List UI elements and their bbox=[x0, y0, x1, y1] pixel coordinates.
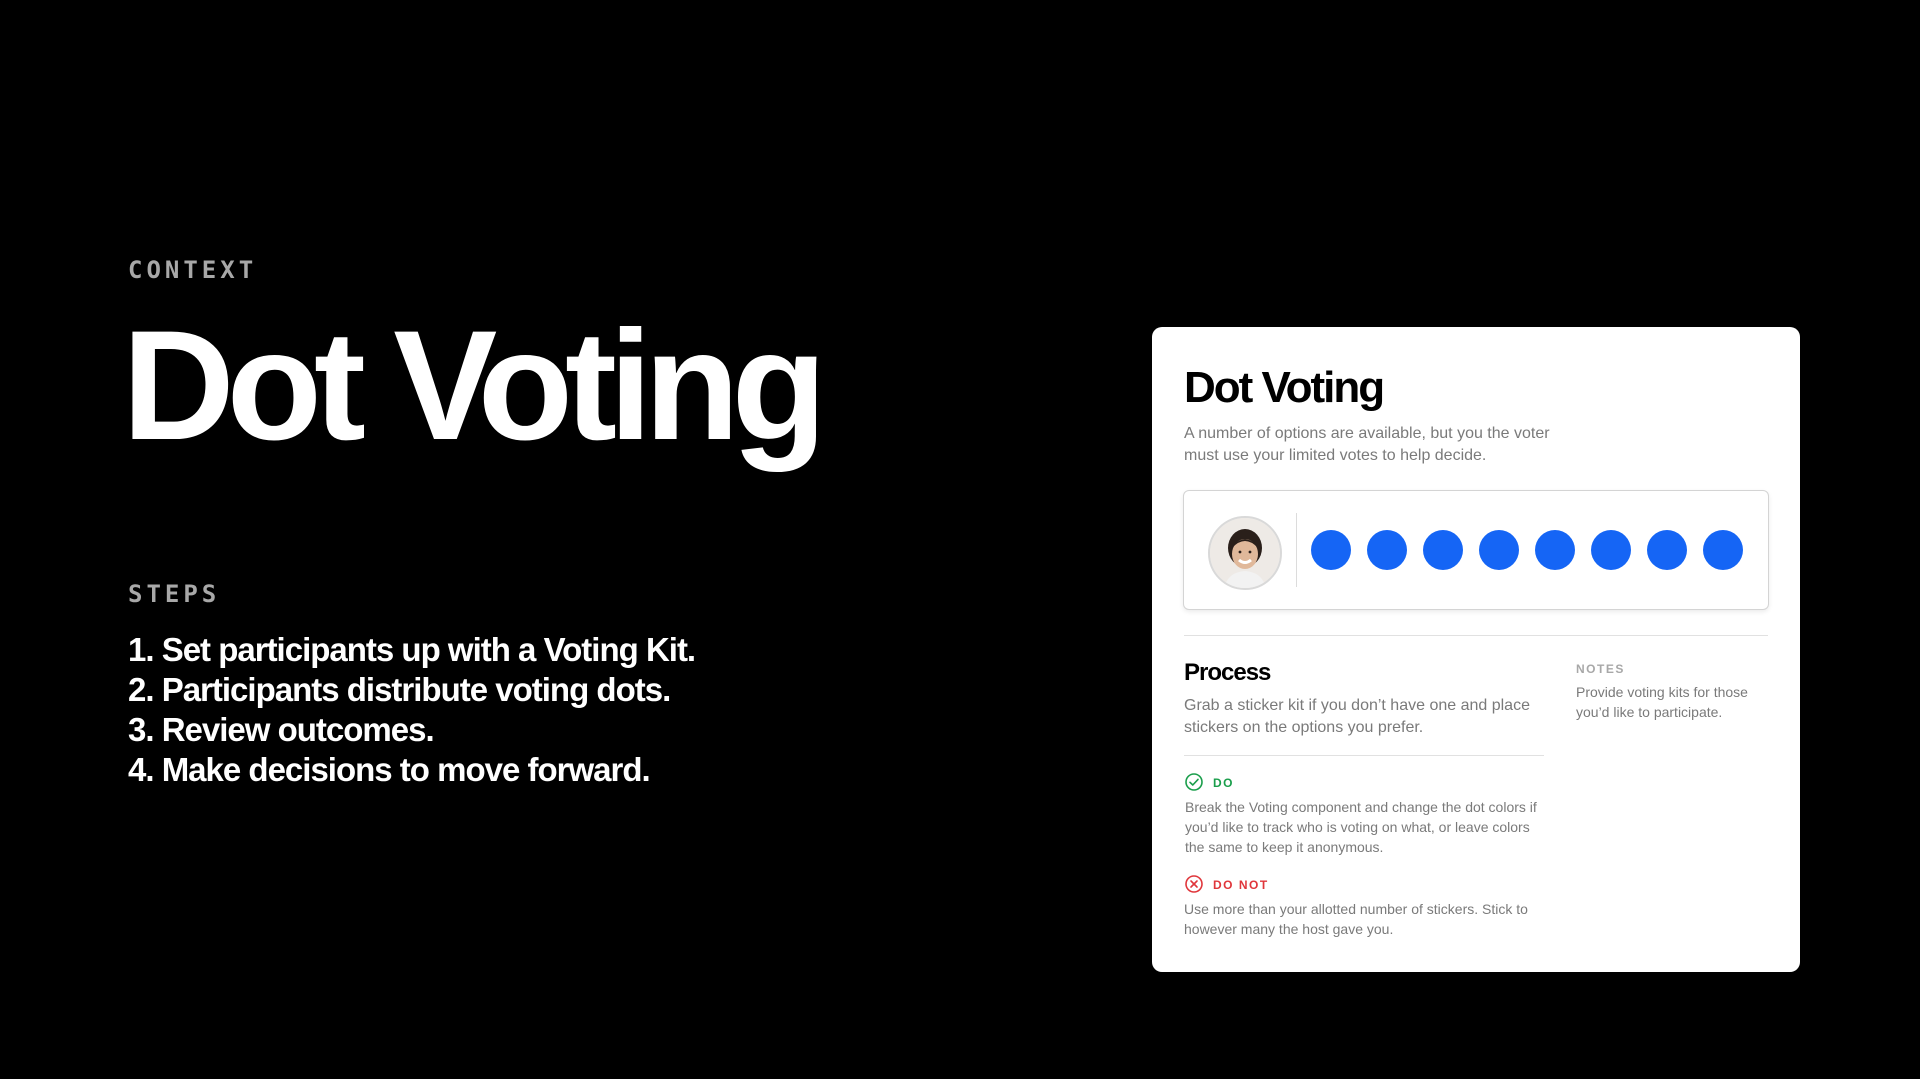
notes-label: NOTES bbox=[1576, 662, 1625, 676]
card-title: Dot Voting bbox=[1184, 363, 1385, 412]
step-item: 3. Review outcomes. bbox=[128, 711, 435, 748]
voting-component bbox=[1183, 490, 1769, 610]
page-title: Dot Voting bbox=[122, 299, 827, 473]
section-divider bbox=[1184, 635, 1768, 636]
vote-dot[interactable] bbox=[1311, 530, 1351, 570]
do-text: Break the Voting component and change th… bbox=[1185, 799, 1537, 855]
notes-text: Provide voting kits for those you’d like… bbox=[1576, 684, 1748, 720]
vote-dot[interactable] bbox=[1703, 530, 1743, 570]
vote-dot[interactable] bbox=[1647, 530, 1687, 570]
card-description: A number of options are available, but y… bbox=[1184, 425, 1550, 464]
vote-dot[interactable] bbox=[1591, 530, 1631, 570]
vote-dot[interactable] bbox=[1479, 530, 1519, 570]
steps-list: 1. Set participants up with a Voting Kit… bbox=[128, 630, 696, 790]
section-divider bbox=[1184, 755, 1544, 756]
divider bbox=[1296, 513, 1297, 587]
person-avatar-icon bbox=[1210, 518, 1280, 588]
vote-dot[interactable] bbox=[1367, 530, 1407, 570]
do-not-text: Use more than your allotted number of st… bbox=[1184, 901, 1528, 937]
step-item: 2. Participants distribute voting dots. bbox=[128, 671, 671, 708]
do-label: DO bbox=[1213, 776, 1234, 790]
dot-voting-card: Dot Voting A number of options are avail… bbox=[1152, 327, 1800, 972]
process-description: Grab a sticker kit if you don’t have one… bbox=[1184, 697, 1530, 736]
process-title: Process bbox=[1184, 659, 1271, 686]
avatar bbox=[1208, 516, 1282, 590]
do-not-label: DO NOT bbox=[1213, 878, 1269, 892]
vote-dot[interactable] bbox=[1423, 530, 1463, 570]
vote-dot[interactable] bbox=[1535, 530, 1575, 570]
context-label: CONTEXT bbox=[128, 256, 258, 284]
step-item: 1. Set participants up with a Voting Kit… bbox=[128, 631, 696, 668]
x-circle-icon bbox=[1185, 875, 1203, 893]
check-circle-icon bbox=[1185, 773, 1203, 791]
steps-label: STEPS bbox=[128, 580, 221, 608]
step-item: 4. Make decisions to move forward. bbox=[128, 751, 651, 788]
